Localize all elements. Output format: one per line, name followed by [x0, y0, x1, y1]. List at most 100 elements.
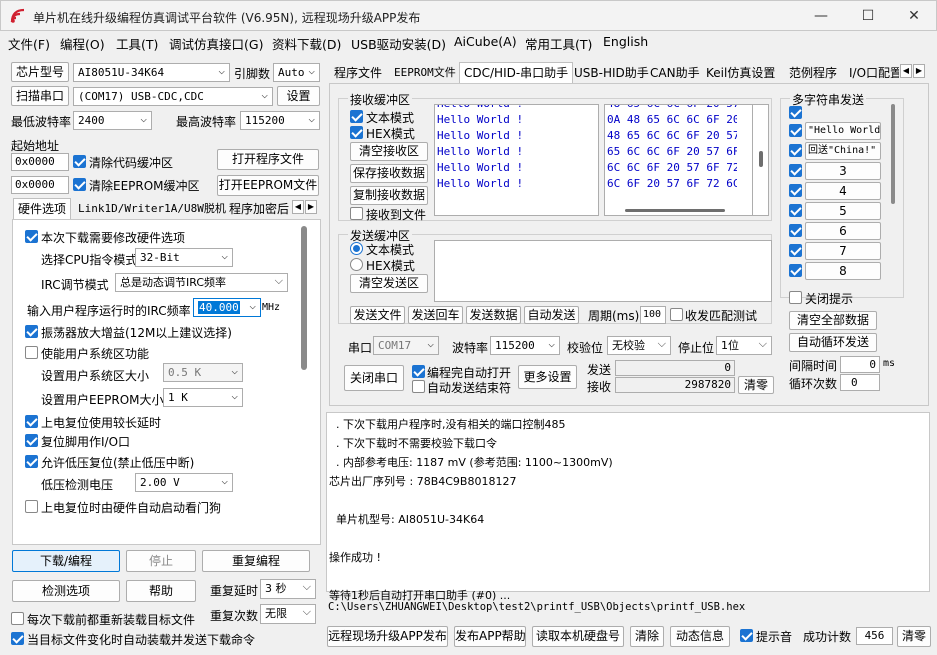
- read-disk-id-button[interactable]: 读取本机硬盘号: [532, 626, 624, 647]
- code-address-input[interactable]: 0x0000: [11, 153, 69, 171]
- multi-checkbox-4[interactable]: [789, 184, 802, 197]
- multi-checkbox-6[interactable]: [789, 224, 802, 237]
- chip-model-select[interactable]: AI8051U-34K64: [73, 63, 230, 82]
- multi-checkbox-7[interactable]: [789, 244, 802, 257]
- reload-before-download-checkbox[interactable]: [11, 612, 24, 625]
- irc-freq-input[interactable]: 40.000: [193, 298, 261, 317]
- close-button[interactable]: ✕: [904, 6, 924, 26]
- interval-input[interactable]: 0: [840, 356, 880, 373]
- receive-to-file-checkbox[interactable]: [350, 207, 363, 220]
- multi-checkbox-5[interactable]: [789, 204, 802, 217]
- multi-send-button-7[interactable]: 7: [805, 242, 881, 260]
- tab-keil-debug[interactable]: Keil仿真设置: [701, 62, 780, 83]
- port-select[interactable]: (COM17) USB-CDC,CDC: [73, 87, 273, 106]
- stop-bits-select[interactable]: 1位: [716, 336, 772, 355]
- recv-hex-mode-checkbox[interactable]: [350, 126, 363, 139]
- help-button[interactable]: 帮助: [126, 580, 196, 602]
- menu-english[interactable]: English: [603, 34, 648, 49]
- clear-code-checkbox[interactable]: [73, 155, 86, 168]
- tab-can[interactable]: CAN助手: [645, 62, 705, 83]
- min-baud-select[interactable]: 2400: [73, 111, 152, 130]
- match-test-checkbox[interactable]: [670, 308, 683, 321]
- multi-scroll-thumb[interactable]: [891, 104, 895, 204]
- receive-scroll-thumb[interactable]: [759, 151, 763, 167]
- receive-hex-area[interactable]: 48 65 6C 6C 6F 20 57 0A 48 65 6C 6C 6F 2…: [604, 104, 752, 216]
- multi-string-scrollbar[interactable]: [886, 102, 900, 296]
- period-input[interactable]: 100: [640, 306, 666, 324]
- tab-scroll-right-icon[interactable]: ▶: [305, 200, 317, 214]
- tab-encryption[interactable]: 程序加密后: [224, 198, 294, 219]
- send-return-button[interactable]: 发送回车: [408, 306, 463, 324]
- user-eeprom-size-select[interactable]: 1 K: [163, 388, 243, 407]
- multi-send-button-1[interactable]: "Hello World: [805, 122, 881, 140]
- multi-checkbox-3[interactable]: [789, 164, 802, 177]
- max-baud-select[interactable]: 115200: [240, 111, 320, 130]
- hw-options-scrollbar[interactable]: [301, 226, 307, 370]
- send-text-area[interactable]: [434, 240, 772, 302]
- modify-hw-checkbox[interactable]: [25, 230, 38, 243]
- publish-app-button[interactable]: 远程现场升级APP发布: [327, 626, 448, 647]
- baud-rate-select[interactable]: 115200: [490, 336, 560, 355]
- detect-options-button[interactable]: 检测选项: [12, 580, 120, 602]
- tab-cdc-hid-serial[interactable]: CDC/HID-串口助手: [459, 62, 574, 83]
- reprogram-button[interactable]: 重复编程: [202, 550, 310, 572]
- publish-help-button[interactable]: 发布APP帮助: [454, 626, 526, 647]
- dynamic-info-button[interactable]: 动态信息: [670, 626, 730, 647]
- clear-all-data-button[interactable]: 清空全部数据: [789, 311, 877, 330]
- minimize-button[interactable]: —: [811, 6, 831, 26]
- tab-hardware-options[interactable]: 硬件选项: [13, 198, 72, 219]
- auto-open-checkbox[interactable]: [412, 365, 425, 378]
- long-delay-checkbox[interactable]: [25, 415, 38, 428]
- open-eeprom-file-button[interactable]: 打开EEPROM文件: [217, 175, 319, 196]
- repeat-count-select[interactable]: 无限: [260, 604, 316, 624]
- multi-send-button-2[interactable]: 回送"China!": [805, 142, 881, 160]
- save-receive-button[interactable]: 保存接收数据: [350, 164, 428, 183]
- more-settings-button[interactable]: 更多设置: [518, 365, 577, 389]
- multi-send-button-8[interactable]: 8: [805, 262, 881, 280]
- copy-receive-button[interactable]: 复制接收数据: [350, 186, 428, 205]
- lvd-reset-checkbox[interactable]: [25, 455, 38, 468]
- tab-eeprom-file[interactable]: EEPROM文件: [389, 62, 461, 83]
- menu-download[interactable]: 资料下载(D): [272, 34, 341, 53]
- beep-checkbox[interactable]: [740, 629, 753, 642]
- close-port-button[interactable]: 关闭串口: [344, 365, 404, 391]
- tab-scroll-left-icon[interactable]: ◀: [292, 200, 304, 214]
- recv-text-mode-checkbox[interactable]: [350, 110, 363, 123]
- serial-port-select[interactable]: COM17: [373, 336, 439, 355]
- menu-program[interactable]: 编程(O): [60, 34, 105, 53]
- multi-checkbox-0[interactable]: [789, 106, 802, 119]
- clear-send-button[interactable]: 清空发送区: [350, 274, 428, 293]
- auto-loop-send-button[interactable]: 自动循环发送: [789, 333, 877, 352]
- chip-model-button[interactable]: 芯片型号: [11, 62, 69, 82]
- close-hint-checkbox[interactable]: [789, 291, 802, 304]
- user-area-checkbox[interactable]: [25, 346, 38, 359]
- send-file-button[interactable]: 发送文件: [350, 306, 405, 324]
- download-program-button[interactable]: 下载/编程: [12, 550, 120, 572]
- multi-checkbox-1[interactable]: [789, 124, 802, 137]
- menu-debug[interactable]: 调试仿真接口(G): [169, 34, 263, 53]
- send-data-button[interactable]: 发送数据: [466, 306, 521, 324]
- receive-text-area[interactable]: Hello World ! Hello World ! Hello World …: [434, 104, 599, 216]
- watchdog-checkbox[interactable]: [25, 500, 38, 513]
- menu-usb-driver[interactable]: USB驱动安装(D): [351, 34, 446, 53]
- multi-checkbox-8[interactable]: [789, 264, 802, 277]
- clear-count-button[interactable]: 清零: [738, 376, 774, 394]
- menu-common-tools[interactable]: 常用工具(T): [525, 34, 592, 53]
- irc-mode-select[interactable]: 总是动态调节IRC频率: [115, 273, 288, 292]
- menu-tools[interactable]: 工具(T): [116, 34, 158, 53]
- user-area-size-select[interactable]: 0.5 K: [163, 363, 243, 382]
- clear-receive-button[interactable]: 清空接收区: [350, 142, 428, 161]
- parity-select[interactable]: 无校验: [607, 336, 671, 355]
- clear-log-button[interactable]: 清除: [630, 626, 664, 647]
- open-program-file-button[interactable]: 打开程序文件: [217, 149, 319, 170]
- auto-send-end-checkbox[interactable]: [412, 380, 425, 393]
- send-text-mode-radio[interactable]: [350, 242, 363, 255]
- hex-area-hscrollbar[interactable]: [625, 209, 725, 212]
- auto-send-button[interactable]: 自动发送: [524, 306, 579, 324]
- multi-checkbox-2[interactable]: [789, 144, 802, 157]
- port-settings-button[interactable]: 设置: [277, 86, 320, 106]
- eeprom-address-input[interactable]: 0x0000: [11, 176, 69, 194]
- menu-file[interactable]: 文件(F): [8, 34, 50, 53]
- pin-count-select[interactable]: Auto: [273, 63, 320, 82]
- menu-aicube[interactable]: AiCube(A): [454, 34, 517, 49]
